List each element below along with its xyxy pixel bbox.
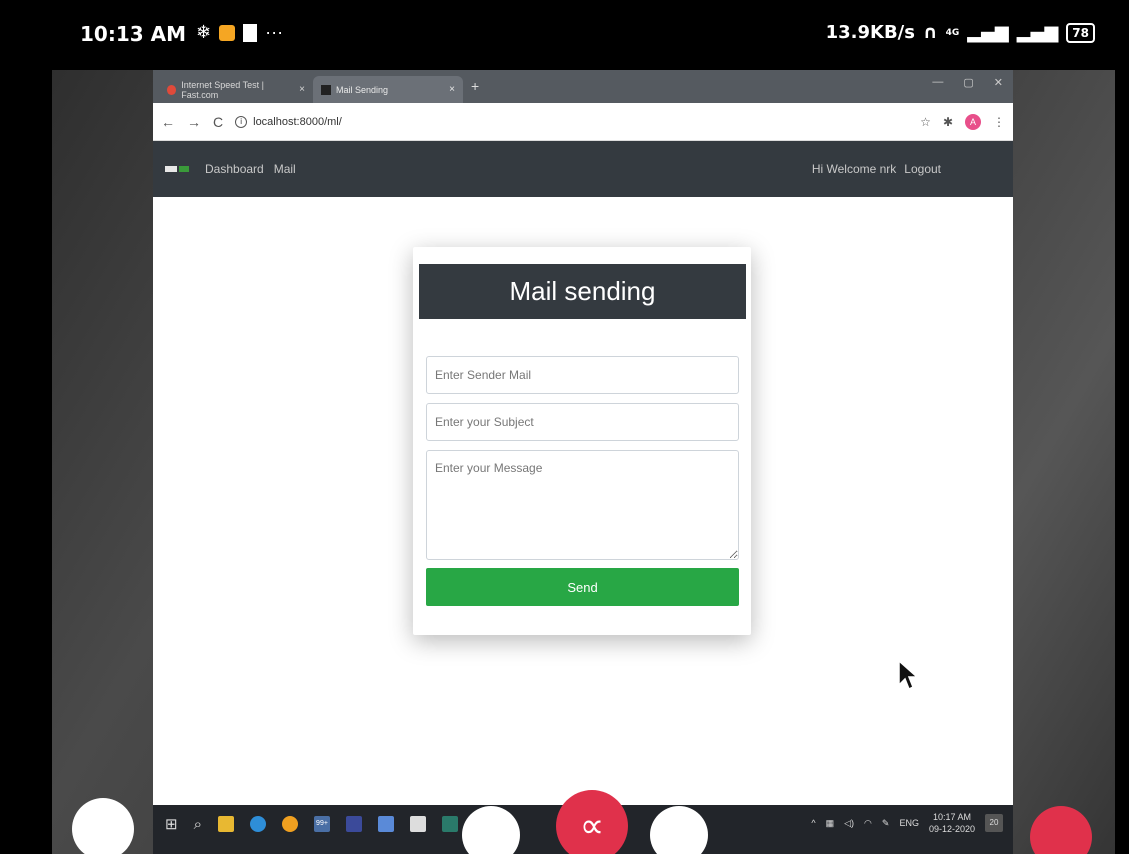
minimize-icon[interactable]: — — [932, 76, 943, 89]
brand-logo[interactable] — [165, 163, 193, 175]
overlay-control-button[interactable] — [72, 798, 134, 854]
subject-input[interactable] — [426, 403, 739, 441]
nav-link-mail[interactable]: Mail — [274, 162, 296, 176]
windows-start-icon[interactable]: ⊞ — [165, 815, 178, 833]
tray-clock[interactable]: 10:17 AM 09-12-2020 — [929, 811, 975, 835]
tab-strip: Internet Speed Test | Fast.com × Mail Se… — [153, 70, 1013, 103]
address-actions: ☆ ✱ A ⋮ — [920, 113, 1005, 130]
window-controls: — ▢ ✕ — [932, 76, 1003, 89]
page-icon — [321, 84, 331, 95]
close-window-icon[interactable]: ✕ — [994, 76, 1003, 89]
status-left-icons: ❄ ··· — [196, 22, 283, 43]
profile-avatar[interactable]: A — [965, 113, 981, 130]
star-icon[interactable]: ☆ — [920, 115, 931, 129]
tray-chevron-icon[interactable]: ^ — [811, 818, 815, 828]
nav-right: Hi Welcome nrk Logout — [812, 162, 941, 176]
mouse-cursor-icon — [898, 659, 919, 691]
wifi-icon[interactable]: ◠ — [864, 818, 872, 829]
chrome-icon[interactable] — [281, 816, 298, 832]
overlay-main-button[interactable]: ∝ — [556, 790, 628, 854]
signal-icon-2: ▂▄▆ — [1016, 22, 1059, 43]
close-icon[interactable]: × — [449, 84, 455, 95]
file-explorer-icon[interactable] — [217, 816, 234, 832]
app-icon-2[interactable] — [377, 816, 394, 832]
nav-link-dashboard[interactable]: Dashboard — [205, 162, 264, 176]
search-icon[interactable]: ⌕ — [194, 816, 202, 833]
app-icon[interactable] — [345, 816, 362, 832]
logout-link[interactable]: Logout — [904, 162, 941, 176]
new-tab-button[interactable]: + — [471, 78, 479, 94]
back-icon[interactable]: ← — [161, 114, 175, 130]
tab-fast[interactable]: Internet Speed Test | Fast.com × — [159, 76, 313, 103]
notification-icon[interactable]: 20 — [985, 814, 1003, 832]
left-border — [0, 70, 52, 854]
info-icon[interactable]: i — [235, 115, 248, 128]
sender-mail-input[interactable] — [426, 356, 739, 394]
message-textarea[interactable] — [426, 450, 739, 560]
page-body: Mail sending Send — [153, 197, 1013, 805]
store-icon[interactable] — [409, 816, 426, 832]
send-button[interactable]: Send — [426, 568, 739, 606]
maximize-icon[interactable]: ▢ — [963, 76, 973, 89]
tray-date: 09-12-2020 — [928, 824, 975, 834]
url-field[interactable]: i localhost:8000/ml/ — [235, 115, 342, 128]
edge-icon[interactable] — [249, 816, 266, 832]
tab-label: Internet Speed Test | Fast.com — [181, 79, 264, 100]
system-tray: ^ ▦ ◁) ◠ ✎ ENG 10:17 AM 09-12-2020 20 — [811, 811, 1003, 835]
logo-part — [165, 166, 177, 172]
volume-icon[interactable]: ◁) — [844, 818, 854, 829]
headphone-icon: ∩ — [922, 22, 938, 43]
form-title: Mail sending — [419, 264, 746, 319]
browser-window: Internet Speed Test | Fast.com × Mail Se… — [153, 70, 1013, 805]
pen-icon[interactable]: ✎ — [882, 818, 890, 829]
tab-mail-sending[interactable]: Mail Sending × — [313, 76, 463, 103]
status-time: 10:13 AM — [80, 22, 187, 46]
phone-status-bar: 10:13 AM ❄ ··· 13.9KB/s ∩ 4G ▂▄▆ ▂▄▆ 78 — [0, 0, 1129, 70]
network-tray-icon[interactable]: ▦ — [826, 818, 835, 829]
signal-icon: ▂▄▆ — [967, 22, 1009, 43]
network-type: 4G — [945, 27, 960, 38]
tray-time: 10:17 AM — [932, 812, 971, 822]
network-speed: 13.9KB/s — [825, 22, 915, 43]
app-icon-3[interactable] — [441, 816, 458, 832]
close-icon[interactable]: × — [299, 84, 305, 95]
welcome-text: Hi Welcome nrk — [811, 162, 897, 176]
app-notification-icon — [219, 24, 236, 41]
battery-icon: 78 — [1066, 22, 1095, 43]
logo-part — [179, 166, 189, 172]
tab-label: Mail Sending — [336, 84, 389, 95]
status-right: 13.9KB/s ∩ 4G ▂▄▆ ▂▄▆ 78 — [826, 22, 1095, 43]
forward-icon[interactable]: → — [187, 114, 201, 130]
mail-form-card: Mail sending Send — [413, 247, 751, 635]
more-icon: ··· — [265, 22, 284, 42]
site-navbar: Dashboard Mail Hi Welcome nrk Logout — [153, 141, 1013, 197]
url-text: localhost:8000/ml/ — [253, 115, 342, 128]
fast-icon — [167, 84, 177, 95]
right-border — [1115, 70, 1129, 854]
reload-icon[interactable]: C — [213, 114, 223, 130]
language-indicator[interactable]: ENG — [899, 818, 919, 828]
snowflake-icon: ❄ — [196, 22, 212, 42]
extension-icon[interactable]: ✱ — [943, 115, 953, 129]
taskbar-icons: ⊞ ⌕ 99+ — [165, 815, 458, 833]
mail-app-icon[interactable]: 99+ — [313, 816, 330, 832]
address-bar: ← → C i localhost:8000/ml/ ☆ ✱ A ⋮ — [153, 103, 1013, 141]
document-icon — [243, 23, 258, 42]
menu-icon[interactable]: ⋮ — [993, 115, 1005, 129]
